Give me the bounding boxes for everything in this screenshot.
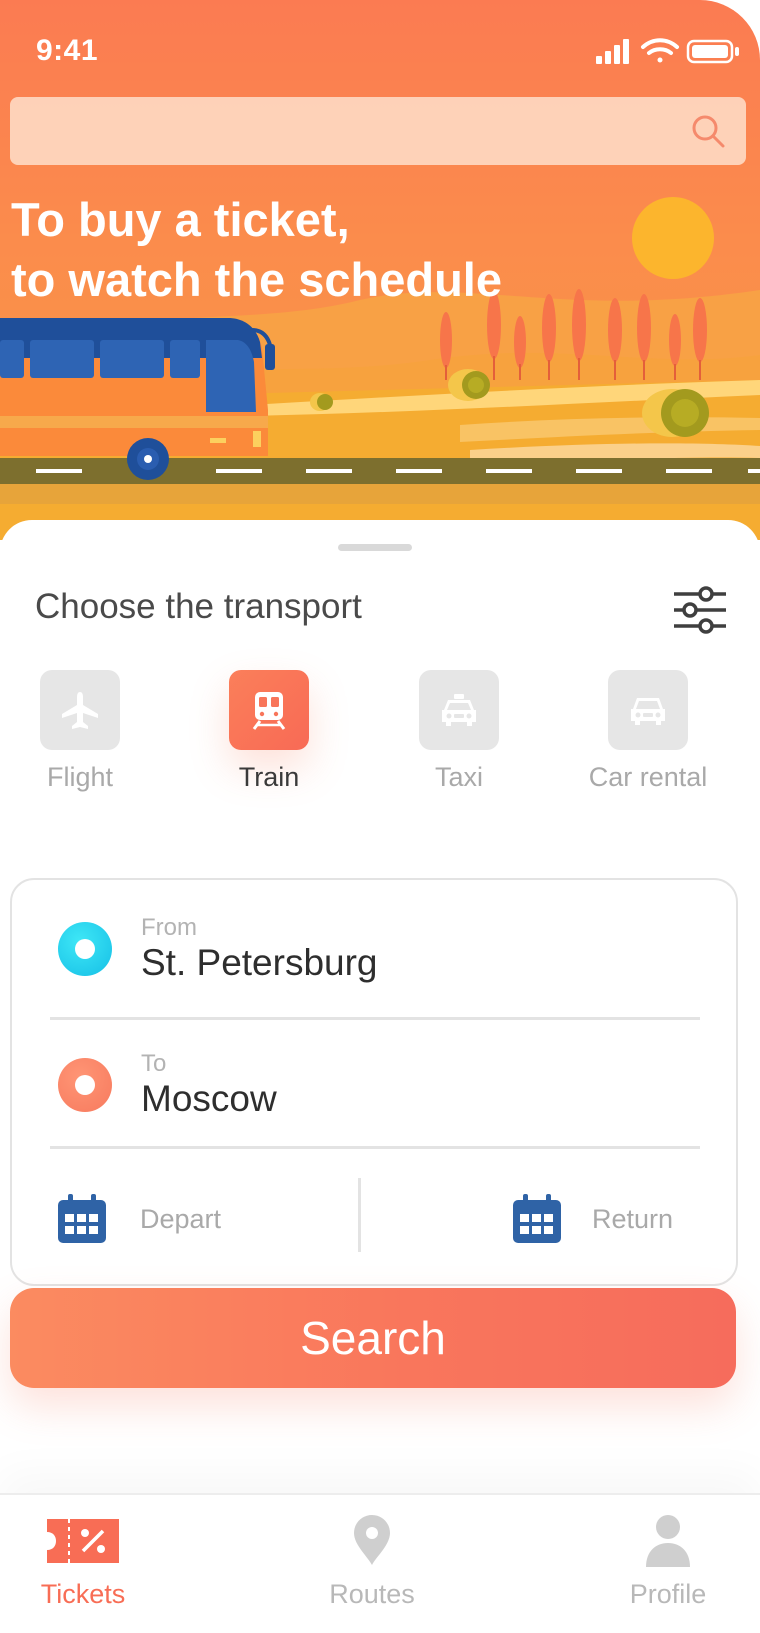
transport-label: Train (238, 762, 300, 792)
from-value: St. Petersburg (141, 942, 378, 983)
transport-option-train[interactable]: Train (184, 670, 354, 810)
hero-title-line-1: To buy a ticket, (11, 193, 350, 246)
search-input[interactable] (10, 97, 690, 165)
route-card: From St. Petersburg To Moscow Depart Ret… (10, 878, 738, 1286)
bottom-tab-bar: Tickets Routes Profile (0, 1493, 760, 1633)
depart-field[interactable]: Depart (12, 1160, 358, 1286)
map-pin-icon (354, 1515, 390, 1565)
from-field[interactable]: From St. Petersburg (12, 880, 740, 1010)
search-icon[interactable] (690, 113, 726, 149)
return-field[interactable]: Return (361, 1160, 740, 1286)
ticket-icon (47, 1519, 119, 1563)
date-row: Depart Return (12, 1160, 740, 1286)
car-icon (631, 698, 665, 725)
taxi-icon (442, 694, 476, 726)
hero-title-line-2: to watch the schedule (11, 253, 502, 306)
transport-label: Flight (46, 762, 114, 792)
transport-option-car-rental[interactable]: Car rental (563, 670, 733, 810)
to-label: To (141, 1050, 167, 1077)
hero-banner: 9:41 To buy a ticket, to watch the sched… (0, 0, 760, 540)
origin-dot-icon (58, 922, 112, 976)
wifi-icon (641, 38, 679, 63)
transport-label: Taxi (434, 762, 483, 792)
section-title: Choose the transport (35, 587, 362, 626)
transport-tile (419, 670, 499, 750)
search-bar[interactable] (10, 97, 746, 165)
airplane-icon (62, 692, 98, 729)
to-value: Moscow (141, 1078, 277, 1119)
calendar-icon (513, 1194, 561, 1243)
sun (632, 197, 714, 279)
tab-tickets[interactable]: Tickets (3, 1495, 163, 1633)
phone-screen: 9:41 To buy a ticket, to watch the sched… (0, 0, 760, 1633)
status-icons (596, 38, 739, 64)
transport-tile (608, 670, 688, 750)
transport-option-flight[interactable]: Flight (0, 670, 165, 810)
tab-label: Routes (329, 1579, 415, 1609)
train-icon (252, 692, 286, 730)
drag-handle[interactable] (338, 544, 412, 551)
depart-label: Depart (140, 1204, 222, 1234)
battery-icon (686, 39, 739, 64)
search-button[interactable]: Search (10, 1288, 736, 1388)
return-label: Return (592, 1204, 674, 1234)
divider (50, 1146, 700, 1149)
transport-tile (40, 670, 120, 750)
transport-tile-active (229, 670, 309, 750)
status-bar: 9:41 (0, 0, 760, 90)
signal-icon (596, 39, 629, 64)
calendar-icon (58, 1194, 106, 1243)
tab-profile[interactable]: Profile (588, 1495, 748, 1633)
destination-dot-icon (58, 1058, 112, 1112)
user-icon (646, 1515, 690, 1567)
transport-selector: Flight Train Taxi Car rental (0, 670, 760, 810)
tab-routes[interactable]: Routes (292, 1495, 452, 1633)
transport-label: Car rental (588, 762, 708, 792)
bus (0, 318, 275, 480)
from-label: From (141, 914, 197, 941)
to-field[interactable]: To Moscow (12, 1016, 740, 1146)
transport-option-taxi[interactable]: Taxi (374, 670, 544, 810)
hero-title: To buy a ticket, to watch the schedule (11, 190, 502, 310)
tab-label: Tickets (40, 1579, 126, 1609)
search-button-label: Search (300, 1312, 446, 1364)
tab-label: Profile (629, 1579, 707, 1609)
sliders-icon[interactable] (672, 584, 728, 636)
status-time: 9:41 (36, 34, 99, 67)
booking-sheet: Choose the transport Flight Train Taxi C… (0, 520, 760, 1633)
